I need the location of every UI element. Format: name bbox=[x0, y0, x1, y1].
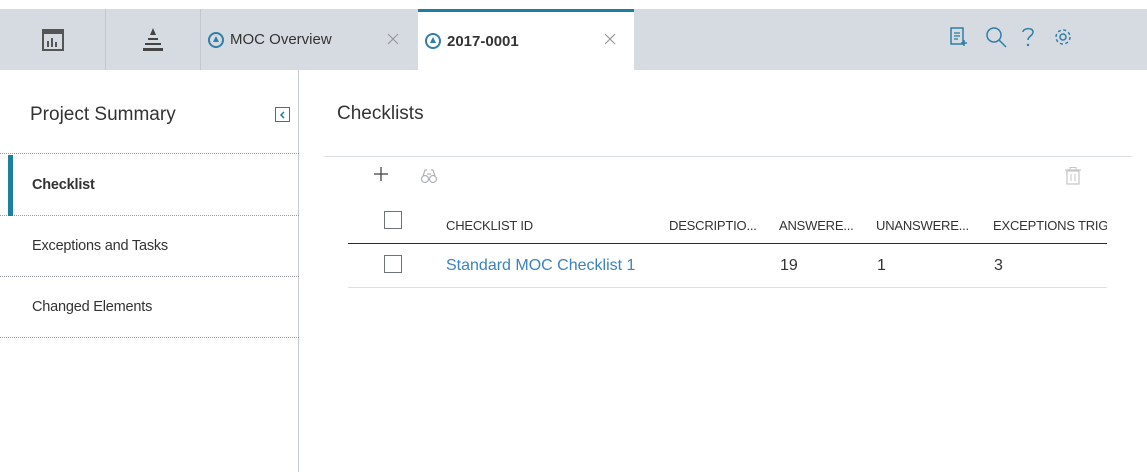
help-icon[interactable] bbox=[1017, 26, 1039, 48]
page-title: Checklists bbox=[337, 103, 424, 124]
trash-icon[interactable] bbox=[1065, 167, 1081, 185]
tab-label: 2017-0001 bbox=[447, 32, 519, 50]
grid-header-divider bbox=[348, 243, 1107, 244]
tab-2017-0001[interactable]: 2017-0001 bbox=[418, 9, 634, 70]
search-icon[interactable] bbox=[985, 26, 1007, 48]
collapse-sidebar-button[interactable] bbox=[275, 107, 290, 122]
tab-moc-overview[interactable]: MOC Overview bbox=[201, 9, 417, 70]
binoculars-icon[interactable] bbox=[420, 168, 438, 184]
divider bbox=[324, 156, 1132, 157]
answered-cell: 19 bbox=[780, 257, 798, 274]
add-document-icon[interactable] bbox=[948, 26, 970, 48]
dashboard-tab[interactable] bbox=[0, 9, 106, 70]
add-icon[interactable] bbox=[372, 165, 390, 183]
checklist-id-link[interactable]: Standard MOC Checklist 1 bbox=[446, 257, 635, 275]
unanswered-cell: 1 bbox=[877, 257, 886, 274]
sidebar-title: Project Summary bbox=[30, 104, 176, 125]
column-header-description[interactable]: DESCRIPTIO... bbox=[669, 218, 757, 233]
moc-icon bbox=[208, 31, 224, 48]
sidebar-header: Project Summary bbox=[0, 70, 299, 154]
sidebar: Project Summary Checklist Exceptions and… bbox=[0, 70, 299, 472]
sidebar-item-label: Changed Elements bbox=[32, 299, 153, 315]
sidebar-item-checklist[interactable]: Checklist bbox=[0, 155, 299, 216]
dashboard-icon bbox=[41, 28, 64, 51]
moc-icon bbox=[425, 33, 441, 49]
column-header-checklist-id[interactable]: CHECKLIST ID bbox=[446, 218, 533, 233]
column-header-unanswered[interactable]: UNANSWERE... bbox=[876, 218, 969, 233]
column-header-exceptions-triggered[interactable]: EXCEPTIONS TRIGG bbox=[993, 218, 1107, 233]
pyramid-icon bbox=[143, 27, 163, 51]
close-icon[interactable] bbox=[604, 33, 616, 45]
select-all-checkbox[interactable] bbox=[384, 211, 402, 229]
exceptions-cell: 3 bbox=[994, 257, 1003, 274]
sidebar-item-label: Exceptions and Tasks bbox=[32, 238, 168, 254]
column-header-answered[interactable]: ANSWERE... bbox=[779, 218, 854, 233]
chevron-left-icon bbox=[279, 110, 285, 119]
settings-icon[interactable] bbox=[1052, 26, 1074, 48]
sidebar-item-label: Checklist bbox=[32, 177, 95, 193]
row-checkbox[interactable] bbox=[384, 255, 402, 273]
tab-label: MOC Overview bbox=[230, 31, 332, 48]
close-icon[interactable] bbox=[387, 33, 399, 45]
grid-row-divider bbox=[348, 287, 1107, 288]
sidebar-item-changed-elements[interactable]: Changed Elements bbox=[0, 277, 299, 338]
sidebar-item-exceptions-and-tasks[interactable]: Exceptions and Tasks bbox=[0, 216, 299, 277]
top-strip bbox=[0, 0, 1147, 9]
tab-bar: MOC Overview 2017-0001 bbox=[0, 0, 1147, 70]
hierarchy-tab[interactable] bbox=[106, 9, 201, 70]
